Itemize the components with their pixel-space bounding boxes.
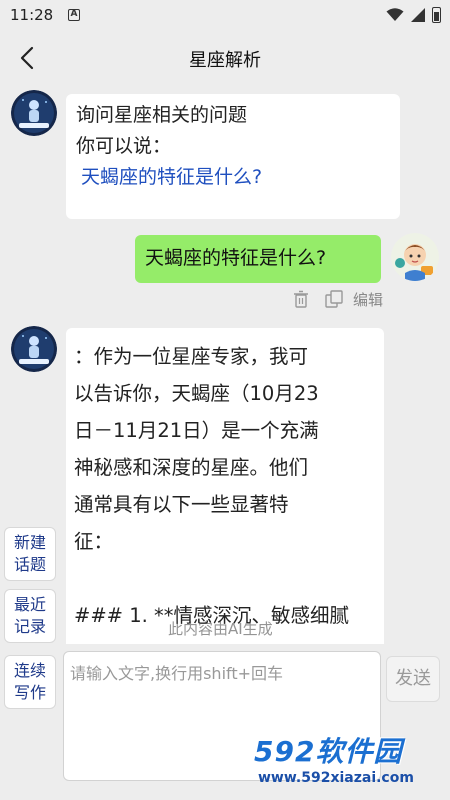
send-button[interactable]: 发送 bbox=[386, 656, 440, 702]
answer-line: 以告诉你，天蝎座（10月23 bbox=[74, 382, 319, 405]
new-topic-label-2: 话题 bbox=[13, 555, 46, 574]
ai-generated-notice: 此内容由AI生成 bbox=[168, 620, 273, 638]
user-message-text: 天蝎座的特征是什么? bbox=[145, 247, 327, 269]
continuous-writing-button[interactable]: 连续 写作 bbox=[4, 655, 56, 709]
accessibility-indicator-icon: A bbox=[68, 9, 80, 21]
nav-bar: 星座解析 bbox=[0, 32, 450, 84]
user-avatar bbox=[391, 233, 439, 281]
answer-line: 征： bbox=[74, 530, 114, 553]
bot-intro-bubble: 询问星座相关的问题 你可以说： 天蝎座的特征是什么? bbox=[66, 94, 400, 219]
new-topic-label-1: 新建 bbox=[13, 533, 46, 552]
input-placeholder: 请输入文字,换行用shift+回车 bbox=[70, 664, 284, 683]
answer-line: 通常具有以下一些显著特 bbox=[74, 493, 289, 516]
recent-label-2: 记录 bbox=[13, 617, 46, 636]
answer-line: 日－11月21日）是一个充满 bbox=[74, 419, 319, 442]
message-actions: 编辑 bbox=[293, 288, 383, 310]
suggestion-link[interactable]: 天蝎座的特征是什么? bbox=[76, 162, 390, 193]
intro-line-1: 询问星座相关的问题 bbox=[76, 104, 248, 126]
status-time: 11:28 bbox=[10, 6, 54, 24]
watermark-url: www.592xiazai.com bbox=[258, 770, 414, 786]
answer-line-blank bbox=[74, 560, 376, 597]
robot-avatar-icon bbox=[11, 90, 57, 136]
user-avatar-icon bbox=[391, 233, 439, 281]
signal-icon bbox=[411, 8, 425, 22]
recent-records-button[interactable]: 最近 记录 bbox=[4, 589, 56, 643]
continuous-label-1: 连续 bbox=[13, 661, 46, 680]
bot-avatar bbox=[11, 326, 57, 372]
edit-button[interactable]: 编辑 bbox=[353, 289, 383, 310]
wifi-icon bbox=[386, 8, 404, 21]
delete-icon[interactable] bbox=[293, 290, 309, 308]
new-topic-button[interactable]: 新建 话题 bbox=[4, 527, 56, 581]
page-title: 星座解析 bbox=[189, 50, 261, 71]
battery-icon bbox=[432, 7, 441, 23]
recent-label-1: 最近 bbox=[13, 595, 46, 614]
chat-area[interactable]: 询问星座相关的问题 你可以说： 天蝎座的特征是什么? 天蝎座的特征是什么? 编辑… bbox=[0, 84, 450, 644]
watermark-brand: 592软件园 bbox=[254, 735, 403, 768]
robot-avatar-icon bbox=[11, 326, 57, 372]
answer-line: ：作为一位星座专家，我可 bbox=[74, 345, 309, 368]
continuous-label-2: 写作 bbox=[13, 683, 46, 702]
copy-icon[interactable] bbox=[325, 290, 345, 308]
bot-answer-bubble: ：作为一位星座专家，我可 以告诉你，天蝎座（10月23 日－11月21日）是一个… bbox=[66, 328, 384, 644]
site-watermark: 592软件园 www.592xiazai.com bbox=[248, 730, 450, 800]
status-bar: 11:28 A bbox=[0, 0, 450, 32]
bot-avatar bbox=[11, 90, 57, 136]
answer-line: 神秘感和深度的星座。他们 bbox=[74, 456, 309, 479]
intro-line-2: 你可以说： bbox=[76, 135, 172, 157]
user-message-bubble: 天蝎座的特征是什么? bbox=[135, 235, 381, 283]
